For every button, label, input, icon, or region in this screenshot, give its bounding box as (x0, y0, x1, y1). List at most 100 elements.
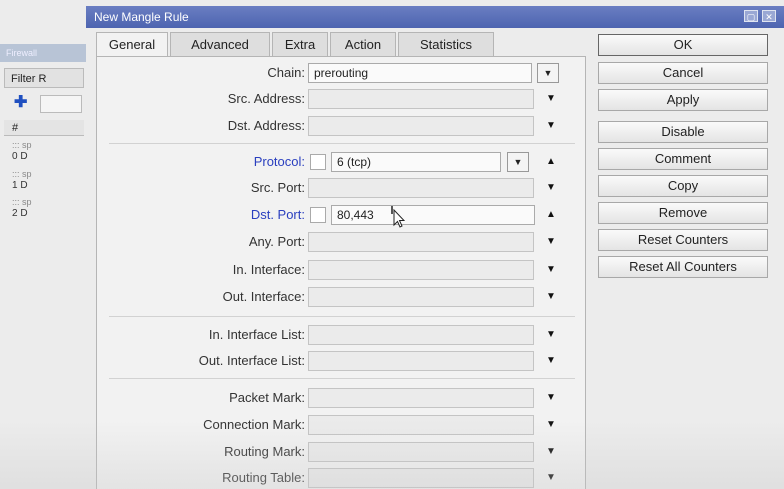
out-interface-field[interactable] (308, 287, 534, 307)
any-port-row: Any. Port: ▼ (97, 232, 587, 252)
in-interface-field[interactable] (308, 260, 534, 280)
disable-button[interactable]: Disable (598, 121, 768, 143)
expand-down-icon[interactable]: ▼ (541, 116, 561, 136)
general-tab-panel: Chain: prerouting ▼ Src. Address: ▼ Dst.… (96, 56, 586, 489)
expand-down-icon[interactable]: ▼ (541, 388, 561, 408)
in-interface-list-row: In. Interface List: ▼ (97, 325, 587, 345)
tab-action[interactable]: Action (330, 32, 396, 56)
ok-button[interactable]: OK (598, 34, 768, 56)
out-interface-label: Out. Interface: (222, 289, 305, 304)
in-interface-list-label: In. Interface List: (208, 327, 305, 342)
rule-comment: ::: sp (12, 140, 32, 150)
routing-mark-field[interactable] (308, 442, 534, 462)
dialog-title: New Mangle Rule (94, 10, 189, 24)
tab-extra[interactable]: Extra (272, 32, 328, 56)
background-window-title: Firewall (0, 44, 86, 62)
add-icon[interactable]: ✚ (14, 95, 32, 111)
rule-flag: D (20, 180, 28, 191)
src-port-label: Src. Port: (250, 180, 305, 195)
in-interface-row: In. Interface: ▼ (97, 260, 587, 280)
connection-mark-field[interactable] (308, 415, 534, 435)
src-port-field[interactable] (308, 178, 534, 198)
dialog-titlebar[interactable]: New Mangle Rule ▢ ✕ (86, 6, 784, 28)
routing-table-row: Routing Table: ▼ (97, 468, 587, 488)
rule-flag: D (20, 151, 28, 162)
copy-button[interactable]: Copy (598, 175, 768, 197)
in-interface-list-field[interactable] (308, 325, 534, 345)
routing-table-field[interactable] (308, 468, 534, 488)
reset-all-counters-button[interactable]: Reset All Counters (598, 256, 768, 278)
expand-down-icon[interactable]: ▼ (541, 89, 561, 109)
src-address-field[interactable] (308, 89, 534, 109)
dst-address-field[interactable] (308, 116, 534, 136)
dst-port-label: Dst. Port: (250, 207, 305, 222)
src-address-label: Src. Address: (227, 91, 305, 106)
routing-mark-label: Routing Mark: (224, 444, 305, 459)
connection-mark-label: Connection Mark: (203, 417, 305, 432)
dst-address-row: Dst. Address: ▼ (97, 116, 587, 136)
expand-down-icon[interactable]: ▼ (541, 468, 561, 488)
expand-down-icon[interactable]: ▼ (541, 260, 561, 280)
tab-statistics[interactable]: Statistics (398, 32, 494, 56)
any-port-label: Any. Port: (248, 234, 305, 249)
expand-down-icon[interactable]: ▼ (541, 415, 561, 435)
protocol-negate-checkbox[interactable] (310, 154, 326, 170)
chain-row: Chain: prerouting ▼ (97, 63, 587, 83)
rule-comment: ::: sp (12, 197, 32, 207)
dst-port-input[interactable]: 80,443 (331, 205, 535, 225)
column-header-number: # (4, 120, 84, 136)
collapse-up-icon[interactable]: ▲ (541, 205, 561, 225)
src-port-row: Src. Port: ▼ (97, 178, 587, 198)
expand-down-icon[interactable]: ▼ (541, 442, 561, 462)
chain-dropdown-icon[interactable]: ▼ (537, 63, 559, 83)
chain-label: Chain: (267, 65, 305, 80)
tab-advanced[interactable]: Advanced (170, 32, 270, 56)
section-divider (109, 316, 575, 317)
comment-button[interactable]: Comment (598, 148, 768, 170)
expand-down-icon[interactable]: ▼ (541, 178, 561, 198)
rule-comment: ::: sp (12, 169, 32, 179)
dst-port-negate-checkbox[interactable] (310, 207, 326, 223)
chain-select[interactable]: prerouting (308, 63, 532, 83)
connection-mark-row: Connection Mark: ▼ (97, 415, 587, 435)
out-interface-list-field[interactable] (308, 351, 534, 371)
out-interface-list-label: Out. Interface List: (198, 353, 305, 368)
table-row[interactable]: 1 D (12, 180, 28, 191)
rule-number: 2 (12, 208, 18, 219)
collapse-up-icon[interactable]: ▲ (541, 152, 561, 172)
packet-mark-field[interactable] (308, 388, 534, 408)
protocol-select[interactable]: 6 (tcp) (331, 152, 501, 172)
expand-down-icon[interactable]: ▼ (541, 232, 561, 252)
expand-down-icon[interactable]: ▼ (541, 325, 561, 345)
mouse-pointer-icon (391, 206, 405, 228)
table-row[interactable]: 2 D (12, 208, 28, 219)
src-address-row: Src. Address: ▼ (97, 89, 587, 109)
in-interface-label: In. Interface: (232, 262, 305, 277)
remove-rule-button[interactable] (40, 95, 82, 113)
tab-general[interactable]: General (96, 32, 168, 57)
packet-mark-row: Packet Mark: ▼ (97, 388, 587, 408)
protocol-label: Protocol: (253, 154, 305, 169)
close-icon[interactable]: ✕ (762, 10, 776, 22)
rule-flag: D (20, 208, 28, 219)
new-mangle-rule-dialog: New Mangle Rule ▢ ✕ General Advanced Ext… (86, 0, 784, 489)
remove-button[interactable]: Remove (598, 202, 768, 224)
reset-counters-button[interactable]: Reset Counters (598, 229, 768, 251)
tab-filter-rules[interactable]: Filter R (4, 68, 84, 88)
out-interface-row: Out. Interface: ▼ (97, 287, 587, 307)
section-divider (109, 143, 575, 144)
any-port-field[interactable] (308, 232, 534, 252)
section-divider (109, 378, 575, 379)
out-interface-list-row: Out. Interface List: ▼ (97, 351, 587, 371)
protocol-dropdown-icon[interactable]: ▼ (507, 152, 529, 172)
dst-port-row: Dst. Port: 80,443 ▲ (97, 205, 587, 225)
expand-down-icon[interactable]: ▼ (541, 287, 561, 307)
rule-number: 0 (12, 151, 18, 162)
dst-address-label: Dst. Address: (227, 118, 305, 133)
packet-mark-label: Packet Mark: (229, 390, 305, 405)
cancel-button[interactable]: Cancel (598, 62, 768, 84)
maximize-icon[interactable]: ▢ (744, 10, 758, 22)
table-row[interactable]: 0 D (12, 151, 28, 162)
apply-button[interactable]: Apply (598, 89, 768, 111)
expand-down-icon[interactable]: ▼ (541, 351, 561, 371)
